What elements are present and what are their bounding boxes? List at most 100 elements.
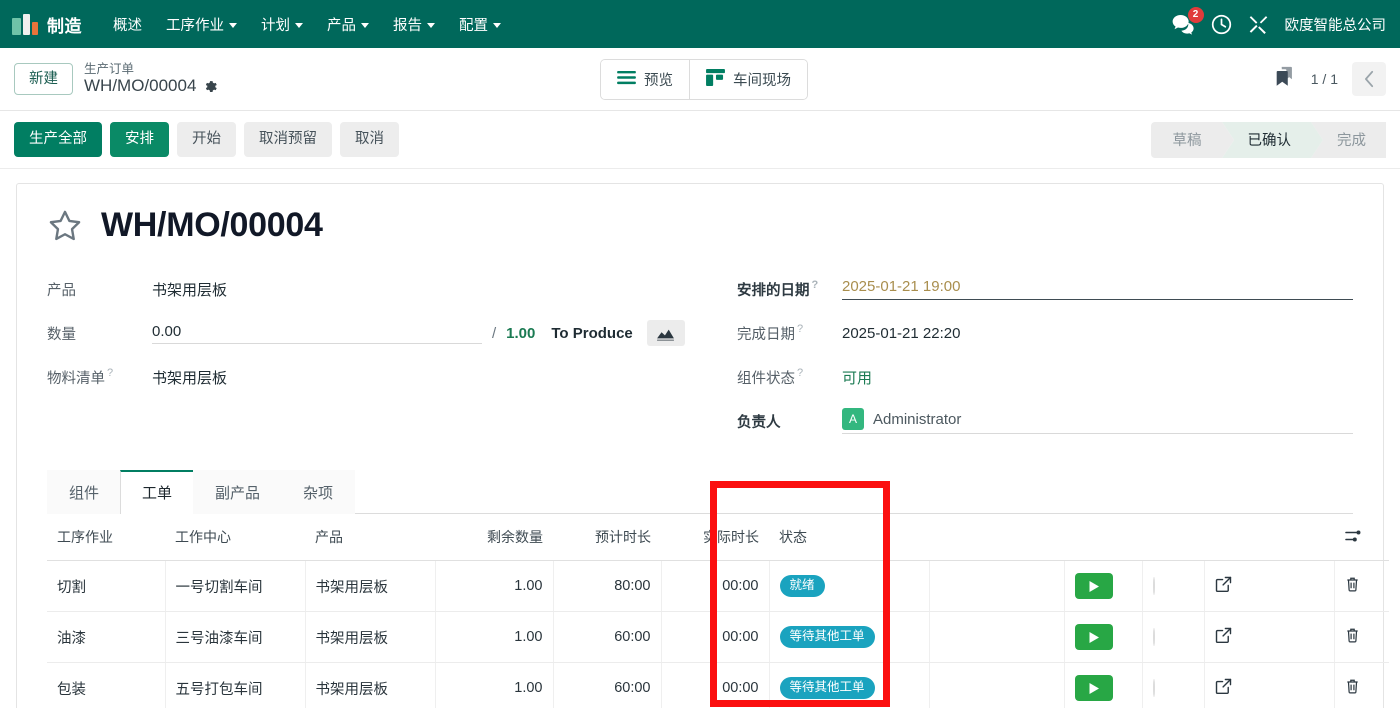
status-badge: 等待其他工单 bbox=[779, 625, 875, 649]
form-sheet: WH/MO/00004 产品 书架用层板 数量 0.00 / 1.00 To P… bbox=[16, 183, 1389, 708]
pager[interactable]: 1 / 1 bbox=[1311, 71, 1338, 87]
table-row[interactable]: 油漆 三号油漆车间 书架用层板 1.00 60:00 00:00 等待其他工单 bbox=[47, 611, 1389, 663]
open-external-icon[interactable] bbox=[1215, 627, 1232, 644]
favorite-star-icon[interactable] bbox=[47, 208, 83, 244]
open-external-icon[interactable] bbox=[1215, 678, 1232, 695]
cell-real-duration[interactable]: 00:00 bbox=[661, 662, 770, 708]
help-tooltip-icon[interactable]: ? bbox=[797, 367, 803, 379]
cell-expected-duration[interactable]: 60:00 bbox=[553, 611, 662, 663]
table-row[interactable]: 包装 五号打包车间 书架用层板 1.00 60:00 00:00 等待其他工单 bbox=[47, 662, 1389, 708]
product-value[interactable]: 书架用层板 bbox=[152, 279, 227, 300]
play-icon[interactable] bbox=[1074, 675, 1113, 701]
table-row[interactable]: 切割 一号切割车间 书架用层板 1.00 80:00 00:00 就绪 bbox=[47, 560, 1389, 612]
debug-tools-icon[interactable] bbox=[1248, 14, 1269, 35]
tab-miscellaneous[interactable]: 杂项 bbox=[281, 470, 356, 514]
status-draft[interactable]: 草稿 bbox=[1150, 121, 1234, 158]
cell-product[interactable]: 书架用层板 bbox=[305, 611, 436, 663]
scheduled-date-input[interactable]: 2025-01-21 19:00 bbox=[842, 278, 1353, 300]
th-expected-duration[interactable]: 预计时长 bbox=[553, 514, 661, 561]
cell-qty-remaining[interactable]: 1.00 bbox=[435, 662, 554, 708]
unreserve-button[interactable]: 取消预留 bbox=[244, 122, 332, 157]
cell-qty-remaining[interactable]: 1.00 bbox=[435, 560, 554, 612]
cell-status[interactable]: 等待其他工单 bbox=[769, 611, 930, 663]
help-tooltip-icon[interactable]: ? bbox=[812, 279, 819, 291]
company-name[interactable]: 欧度智能总公司 bbox=[1285, 14, 1387, 35]
cell-status[interactable]: 就绪 bbox=[769, 560, 930, 612]
play-icon[interactable] bbox=[1074, 624, 1113, 650]
cell-expected-duration[interactable]: 60:00 bbox=[553, 662, 662, 708]
forecast-chart-icon[interactable] bbox=[646, 320, 685, 346]
toggle-circle-icon[interactable] bbox=[1152, 628, 1155, 646]
help-tooltip-icon[interactable]: ? bbox=[107, 367, 113, 379]
breadcrumb-current-label: WH/MO/00004 bbox=[84, 76, 197, 96]
menu-item-overview[interactable]: 概述 bbox=[102, 7, 153, 42]
start-button[interactable]: 开始 bbox=[177, 122, 236, 157]
quantity-input[interactable]: 0.00 bbox=[152, 323, 482, 344]
cell-operation[interactable]: 油漆 bbox=[47, 611, 166, 663]
produce-all-button[interactable]: 生产全部 bbox=[14, 122, 102, 157]
cell-workcenter[interactable]: 三号油漆车间 bbox=[165, 611, 306, 663]
quantity-separator: / bbox=[492, 324, 497, 342]
th-real-duration[interactable]: 实际时长 bbox=[661, 514, 769, 561]
view-button-preview[interactable]: 预览 bbox=[601, 60, 689, 99]
menu-item-operations[interactable]: 工序作业 bbox=[155, 7, 248, 42]
cell-workcenter[interactable]: 五号打包车间 bbox=[165, 662, 306, 708]
activities-clock-icon[interactable] bbox=[1211, 14, 1232, 35]
app-name[interactable]: 制造 bbox=[47, 12, 82, 37]
column-settings-sliders-icon[interactable] bbox=[1334, 514, 1389, 561]
cell-real-duration[interactable]: 00:00 bbox=[661, 560, 770, 612]
th-workcenter[interactable]: 工作中心 bbox=[165, 514, 305, 561]
responsible-input[interactable]: A Administrator bbox=[842, 408, 1353, 434]
view-button-shopfloor[interactable]: 车间现场 bbox=[689, 60, 807, 99]
breadcrumb-parent[interactable]: 生产订单 bbox=[84, 62, 218, 77]
gear-icon[interactable] bbox=[203, 79, 218, 94]
tab-components[interactable]: 组件 bbox=[47, 470, 122, 514]
help-tooltip-icon[interactable]: ? bbox=[797, 323, 803, 335]
menu-item-label: 产品 bbox=[327, 17, 356, 34]
cell-real-duration[interactable]: 00:00 bbox=[661, 611, 770, 663]
avatar: A bbox=[842, 408, 864, 430]
cell-product[interactable]: 书架用层板 bbox=[305, 662, 436, 708]
menu-item-reporting[interactable]: 报告 bbox=[382, 7, 446, 42]
cell-play bbox=[1064, 560, 1143, 612]
bookmark-save-icon[interactable] bbox=[1273, 65, 1297, 94]
open-external-icon[interactable] bbox=[1215, 576, 1232, 593]
tab-byproducts[interactable]: 副产品 bbox=[193, 470, 283, 514]
status-confirmed[interactable]: 已确认 bbox=[1221, 121, 1323, 158]
delete-trash-icon[interactable] bbox=[1345, 627, 1360, 643]
th-operation[interactable]: 工序作业 bbox=[47, 514, 165, 561]
field-label-text: 安排的日期 bbox=[737, 282, 810, 299]
field-responsible: 负责人 A Administrator bbox=[737, 399, 1353, 443]
messages-icon[interactable]: 2 bbox=[1172, 6, 1204, 35]
toggle-circle-icon[interactable] bbox=[1152, 679, 1155, 697]
cell-operation[interactable]: 包装 bbox=[47, 662, 166, 708]
cell-product[interactable]: 书架用层板 bbox=[305, 560, 436, 612]
th-qty-remaining[interactable]: 剩余数量 bbox=[435, 514, 553, 561]
tab-workorders[interactable]: 工单 bbox=[120, 470, 195, 514]
menu-item-planning[interactable]: 计划 bbox=[250, 7, 314, 42]
new-record-button[interactable]: 新建 bbox=[14, 62, 73, 96]
cell-qty-remaining[interactable]: 1.00 bbox=[435, 611, 554, 663]
cell-expected-duration[interactable]: 80:00 bbox=[553, 560, 662, 612]
menu-item-products[interactable]: 产品 bbox=[316, 7, 380, 42]
cell-status[interactable]: 等待其他工单 bbox=[769, 662, 930, 708]
toggle-circle-icon[interactable] bbox=[1152, 577, 1155, 595]
cell-workcenter[interactable]: 一号切割车间 bbox=[165, 560, 306, 612]
delete-trash-icon[interactable] bbox=[1345, 678, 1360, 694]
th-status[interactable]: 状态 bbox=[769, 514, 929, 561]
menu-item-configuration[interactable]: 配置 bbox=[448, 7, 512, 42]
workorders-table: 工序作业 工作中心 产品 剩余数量 预计时长 实际时长 状态 切割 一号切割车间… bbox=[47, 514, 1389, 708]
play-icon[interactable] bbox=[1074, 573, 1113, 599]
th-product[interactable]: 产品 bbox=[305, 514, 435, 561]
manufacturing-app-logo-icon[interactable] bbox=[12, 13, 38, 35]
delete-trash-icon[interactable] bbox=[1345, 576, 1360, 592]
cell-operation[interactable]: 切割 bbox=[47, 560, 166, 612]
status-bar: 草稿 已确认 完成 bbox=[1150, 121, 1386, 158]
form-left-column: 产品 书架用层板 数量 0.00 / 1.00 To Produce 物料清单 … bbox=[47, 267, 737, 443]
cell-delete bbox=[1334, 611, 1389, 663]
cancel-button[interactable]: 取消 bbox=[340, 122, 399, 157]
bom-value[interactable]: 书架用层板 bbox=[152, 367, 227, 388]
schedule-button[interactable]: 安排 bbox=[110, 122, 169, 157]
cell-open bbox=[1204, 611, 1335, 663]
pager-previous-button[interactable] bbox=[1352, 62, 1386, 96]
